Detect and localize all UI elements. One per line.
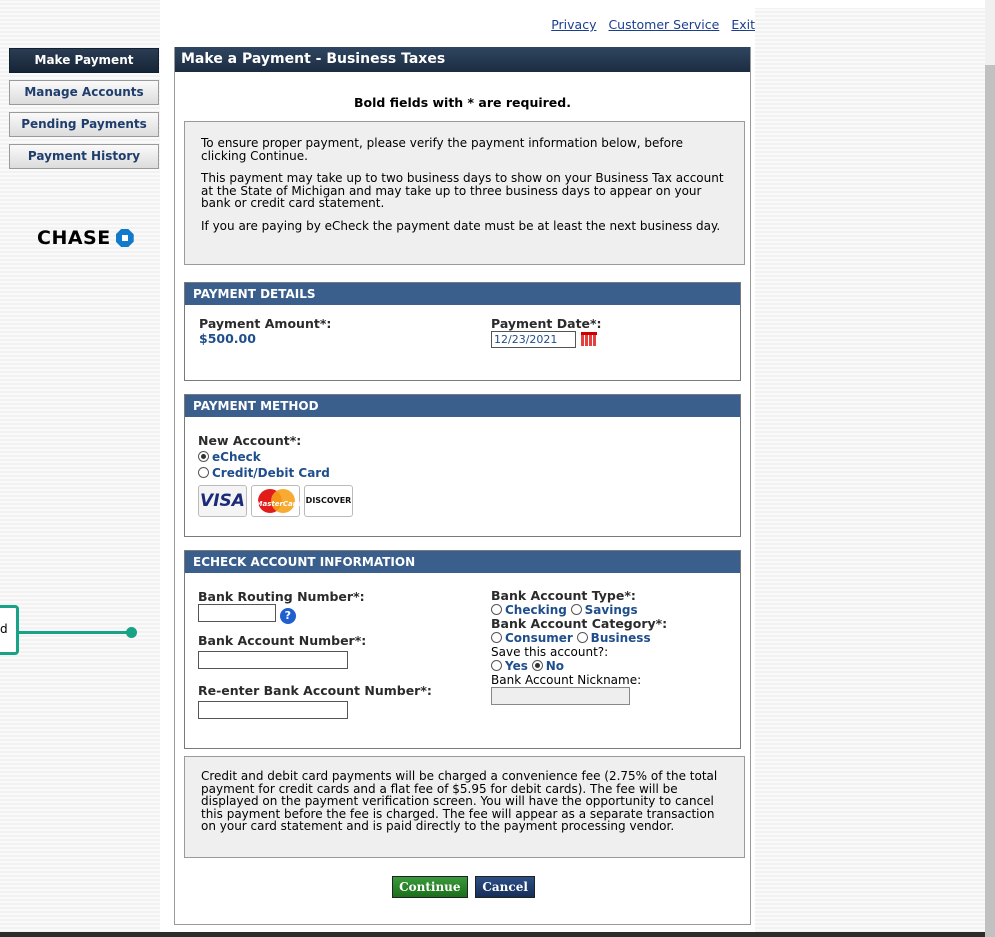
save-no-radio[interactable] <box>531 660 543 671</box>
mastercard-logo: MasterCard <box>251 485 301 517</box>
routing-number-input[interactable] <box>198 604 276 622</box>
payment-date-input[interactable] <box>491 331 576 348</box>
help-icon[interactable]: ? <box>279 607 296 624</box>
payment-details-section: PAYMENT DETAILS Payment Amount*: $500.00… <box>184 282 741 381</box>
action-buttons: Continue Cancel <box>175 876 752 898</box>
privacy-link[interactable]: Privacy <box>551 17 596 32</box>
info-paragraph: This payment may take up to two business… <box>201 171 724 210</box>
annotation-callout: d <box>0 605 19 655</box>
calendar-icon[interactable] <box>580 332 597 346</box>
callout-dot <box>126 627 137 638</box>
business-radio[interactable] <box>576 632 588 643</box>
account-number-label: Bank Account Number*: <box>198 632 367 648</box>
customer-service-link[interactable]: Customer Service <box>608 17 719 32</box>
info-paragraph: If you are paying by eCheck the payment … <box>201 218 721 233</box>
echeck-option[interactable]: eCheck <box>198 449 353 465</box>
routing-number-label: Bank Routing Number*: <box>198 589 365 604</box>
payment-date-label: Payment Date*: <box>491 316 602 331</box>
payment-method-section: PAYMENT METHOD New Account*: eCheck Cred… <box>184 394 741 537</box>
account-type-options: Checking Savings <box>491 603 667 617</box>
chase-octagon-icon <box>115 229 134 247</box>
account-type-label: Bank Account Type*: <box>491 588 636 603</box>
checking-radio[interactable] <box>491 604 502 615</box>
savings-radio[interactable] <box>570 604 582 615</box>
reenter-account-label: Re-enter Bank Account Number*: <box>198 682 432 698</box>
info-paragraph: To ensure proper payment, please verify … <box>201 136 684 163</box>
section-header: PAYMENT METHOD <box>185 395 740 417</box>
fee-notice: Credit and debit card payments will be c… <box>184 756 745 858</box>
reenter-account-input[interactable] <box>198 700 348 719</box>
nav-make-payment[interactable]: Make Payment <box>9 48 159 73</box>
save-account-label: Save this account?: <box>491 645 609 659</box>
bottom-bar <box>0 932 985 937</box>
new-account-label: New Account*: <box>198 433 302 448</box>
card-logos: VISA MasterCard DISCOVER <box>198 485 353 517</box>
nav-manage-accounts[interactable]: Manage Accounts <box>9 80 159 105</box>
save-yes-radio[interactable] <box>491 660 502 671</box>
chase-logo-text: CHASE <box>37 227 111 249</box>
right-background <box>755 8 985 937</box>
page-title: Make a Payment - Business Taxes <box>175 47 750 72</box>
section-header: PAYMENT DETAILS <box>185 283 740 305</box>
scrollbar-thumb[interactable] <box>985 65 995 937</box>
continue-button[interactable]: Continue <box>392 876 468 898</box>
echeck-section: ECHECK ACCOUNT INFORMATION Bank Routing … <box>184 550 741 749</box>
echeck-radio[interactable] <box>198 451 209 462</box>
section-header: ECHECK ACCOUNT INFORMATION <box>185 551 740 573</box>
info-box: To ensure proper payment, please verify … <box>184 121 745 265</box>
nav-payment-history[interactable]: Payment History <box>9 144 159 169</box>
account-number-input[interactable] <box>198 650 348 669</box>
exit-link[interactable]: Exit <box>731 17 755 32</box>
nickname-label: Bank Account Nickname: <box>491 673 642 687</box>
required-note: Bold fields with * are required. <box>354 95 571 110</box>
discover-logo: DISCOVER <box>304 485 353 517</box>
visa-logo: VISA <box>198 485 247 517</box>
nickname-input[interactable] <box>491 687 630 705</box>
chase-logo: CHASE <box>37 227 134 249</box>
nav-pending-payments[interactable]: Pending Payments <box>9 112 159 137</box>
cancel-button[interactable]: Cancel <box>475 876 535 898</box>
card-radio[interactable] <box>198 467 209 478</box>
sidebar-nav: Make Payment Manage Accounts Pending Pay… <box>9 48 159 176</box>
payment-amount-value: $500.00 <box>199 331 256 346</box>
payment-amount-label: Payment Amount*: <box>199 316 332 331</box>
card-option[interactable]: Credit/Debit Card <box>198 465 353 481</box>
account-category-label: Bank Account Category*: <box>491 616 668 631</box>
top-links: Privacy Customer Service Exit <box>543 17 755 32</box>
callout-connector <box>19 631 131 634</box>
account-category-options: Consumer Business <box>491 631 667 645</box>
consumer-radio[interactable] <box>491 632 502 643</box>
save-account-options: Yes No <box>491 659 667 673</box>
main-panel: Make a Payment - Business Taxes Bold fie… <box>174 47 751 925</box>
